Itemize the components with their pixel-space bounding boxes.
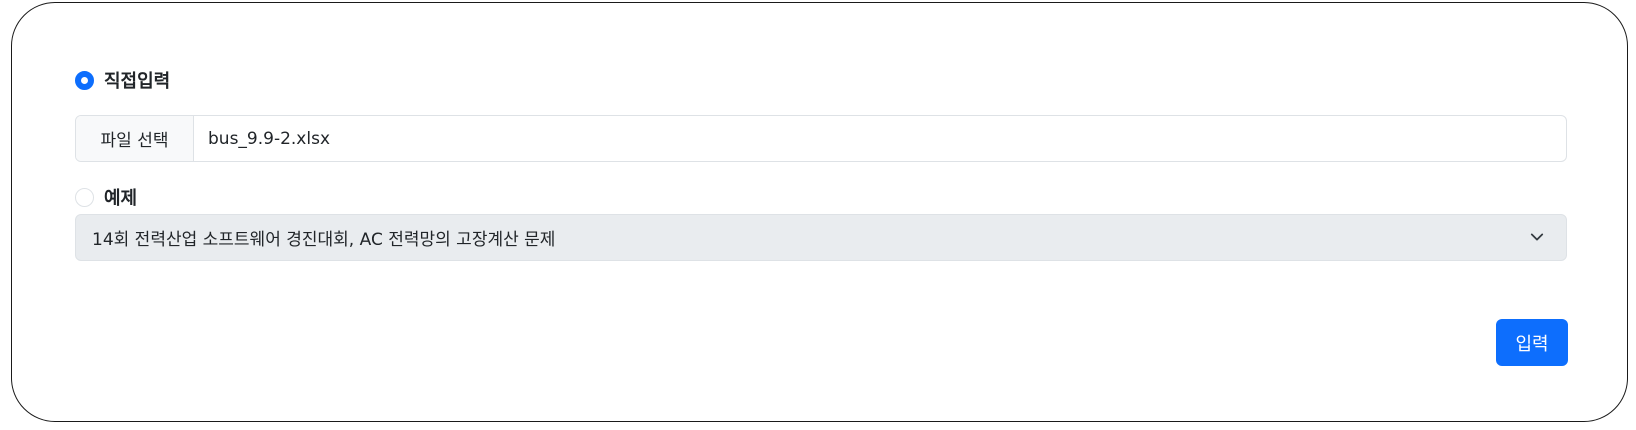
example-select-value: 14회 전력산업 소프트웨어 경진대회, AC 전력망의 고장계산 문제 <box>92 230 556 250</box>
radio-direct[interactable] <box>75 70 94 90</box>
radio-example-row[interactable]: 예제 <box>75 185 137 209</box>
file-name-display: bus_9.9-2.xlsx <box>208 128 331 149</box>
file-select-button[interactable]: 파일 선택 <box>76 116 194 161</box>
chevron-down-icon <box>1530 233 1544 240</box>
example-select[interactable]: 14회 전력산업 소프트웨어 경진대회, AC 전력망의 고장계산 문제 <box>75 214 1567 261</box>
radio-example[interactable] <box>75 187 94 207</box>
radio-example-label[interactable]: 예제 <box>104 184 137 210</box>
form-card <box>11 2 1628 422</box>
submit-button[interactable]: 입력 <box>1496 319 1568 366</box>
radio-direct-label[interactable]: 직접입력 <box>104 67 170 93</box>
radio-direct-row[interactable]: 직접입력 <box>75 68 170 92</box>
file-input-group[interactable]: 파일 선택 bus_9.9-2.xlsx <box>75 115 1567 162</box>
